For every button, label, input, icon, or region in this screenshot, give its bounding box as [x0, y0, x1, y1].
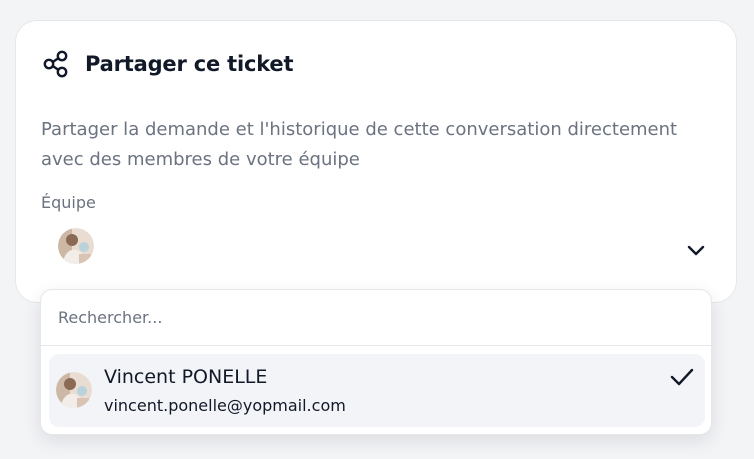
dropdown-search-row [41, 290, 711, 346]
team-select[interactable] [41, 221, 713, 277]
member-name: Vincent PONELLE [104, 366, 268, 388]
team-label: Équipe [41, 193, 96, 212]
share-ticket-card: Partager ce ticket Partager la demande e… [15, 20, 737, 303]
card-description: Partager la demande et l'historique de c… [41, 119, 678, 170]
list-item[interactable]: Vincent PONELLE vincent.ponelle@yopmail.… [49, 354, 705, 427]
card-title: Partager ce ticket [85, 52, 294, 76]
selected-member-avatar [58, 228, 94, 264]
check-icon [670, 368, 694, 386]
chevron-down-icon[interactable] [685, 239, 707, 261]
search-input[interactable] [58, 308, 678, 327]
member-avatar [56, 372, 92, 408]
card-header: Partager ce ticket [41, 49, 293, 79]
share-icon [43, 50, 68, 78]
member-email: vincent.ponelle@yopmail.com [104, 396, 346, 415]
team-dropdown: Vincent PONELLE vincent.ponelle@yopmail.… [40, 289, 712, 435]
